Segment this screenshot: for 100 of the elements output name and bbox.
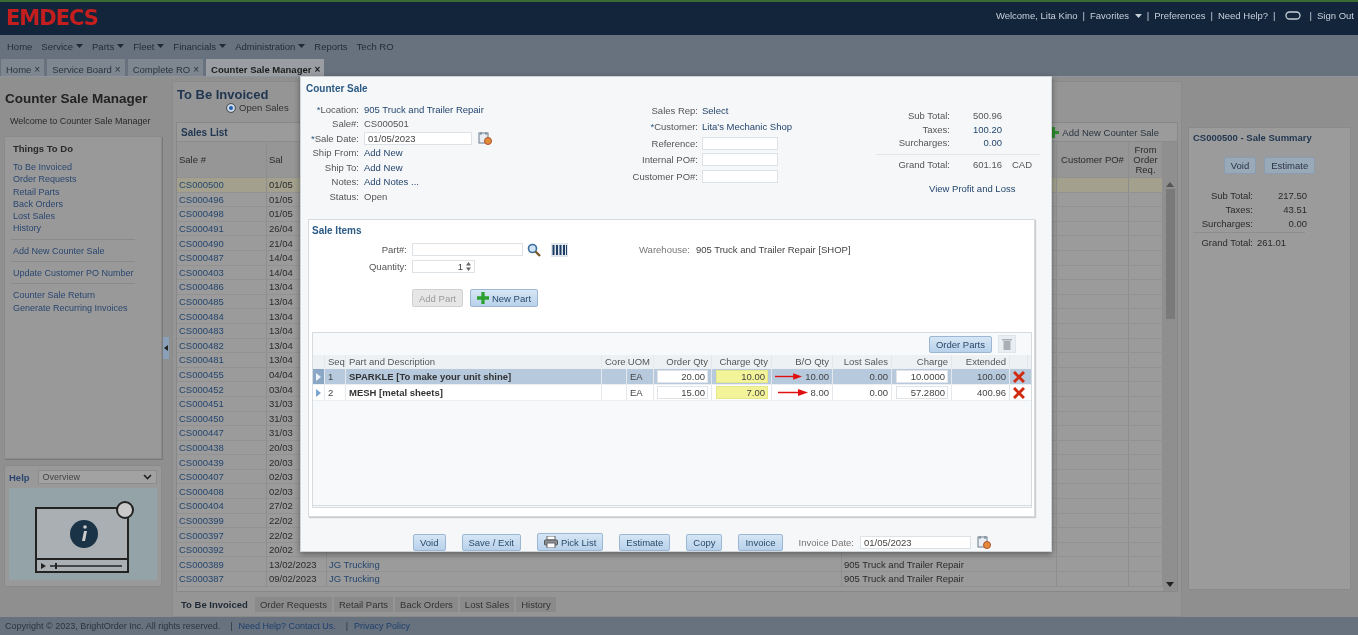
field-label: Reference:: [650, 137, 698, 149]
tab[interactable]: Retail Parts: [333, 597, 394, 612]
menu-item[interactable]: Tech RO: [356, 40, 394, 52]
favorites-menu[interactable]: Favorites: [1090, 10, 1142, 21]
calendar-icon[interactable]: [478, 131, 492, 146]
invoice-date-field[interactable]: 01/05/2023: [860, 535, 971, 549]
header-link[interactable]: Need Help?: [1217, 10, 1269, 21]
page-title: Counter Sale Manager: [5, 91, 149, 106]
menu-item[interactable]: Parts: [92, 40, 125, 52]
tab[interactable]: Home ×: [1, 59, 45, 76]
currency-text: CAD: [1012, 159, 1034, 170]
input-field[interactable]: [702, 153, 778, 167]
charge-field[interactable]: 57.2800: [896, 386, 948, 399]
calendar-icon[interactable]: [977, 535, 991, 549]
close-icon[interactable]: ×: [193, 65, 200, 75]
column-header: Seq: [325, 355, 346, 368]
menu-item[interactable]: Service: [41, 40, 84, 52]
table-row[interactable]: 2 MESH [metal sheets] EA 15.00 7.00 8.00 0.00 57.2800 400.96: [313, 385, 1031, 401]
tab[interactable]: Service Board ×: [47, 59, 125, 76]
plus-icon: [476, 292, 489, 304]
table-cell: 14/04: [269, 252, 293, 264]
table-cell: 31/03: [269, 412, 293, 424]
column-header: Lost Sales: [833, 355, 892, 368]
sidebar-link[interactable]: Order Requests: [13, 173, 133, 186]
tab[interactable]: History: [516, 597, 556, 612]
charge-field[interactable]: 10.0000: [896, 370, 948, 383]
quantity-spinner[interactable]: 1: [412, 260, 475, 273]
profit-loss-link[interactable]: View Profit and Loss: [929, 182, 1042, 194]
tab[interactable]: Order Requests: [254, 597, 332, 612]
collapse-handle[interactable]: [163, 337, 169, 359]
field-link[interactable]: Lita's Mechanic Shop: [702, 121, 792, 133]
menu-item[interactable]: Home: [7, 40, 33, 52]
date-field[interactable]: 01/05/2023: [364, 131, 472, 145]
field-link[interactable]: Select: [702, 104, 729, 116]
table-cell: CS000481: [179, 354, 224, 366]
table-row[interactable]: CS000389 13/02/2023 JG Trucking 905 Truck and Trailer Repair: [177, 557, 1163, 573]
charge-qty-field[interactable]: 7.00: [716, 386, 768, 399]
close-icon[interactable]: ×: [34, 65, 41, 75]
part-number-field[interactable]: [412, 243, 523, 256]
pick-list-button[interactable]: Pick List: [536, 533, 604, 551]
tab[interactable]: Lost Sales: [459, 597, 515, 612]
sidebar-link[interactable]: Back Orders: [13, 197, 133, 211]
header-link[interactable]: Sign Out: [1317, 10, 1354, 21]
scroll-up-icon[interactable]: [1166, 182, 1174, 187]
menu-item[interactable]: Fleet: [133, 40, 165, 52]
new-part-button[interactable]: New Part: [469, 289, 539, 307]
input-field[interactable]: [702, 136, 778, 150]
sidebar-link[interactable]: Retail Parts: [13, 185, 133, 198]
sidebar-link[interactable]: Generate Recurring Invoices: [13, 301, 133, 314]
tab[interactable]: To Be Invoiced: [176, 597, 253, 612]
field-link[interactable]: 905 Truck and Trailer Repair: [364, 103, 484, 115]
tab[interactable]: Back Orders: [395, 597, 458, 612]
field-link[interactable]: Add New: [364, 161, 403, 173]
sidebar-link[interactable]: To Be Invoiced: [13, 161, 133, 174]
close-icon[interactable]: ×: [314, 65, 321, 75]
sidebar-link[interactable]: History: [13, 222, 133, 235]
search-icon[interactable]: [527, 242, 541, 257]
open-sales-radio[interactable]: Open Sales: [226, 102, 289, 113]
action-button[interactable]: Copy: [686, 533, 723, 551]
order-qty-field[interactable]: 15.00: [657, 386, 708, 399]
scroll-down-icon[interactable]: [1166, 582, 1174, 587]
table-row[interactable]: CS000387 09/02/2023 JG Trucking 905 Truck and Trailer Repair: [177, 572, 1163, 587]
column-header: Part and Description: [346, 355, 602, 368]
table-cell: CS000485: [179, 296, 224, 308]
menu-item[interactable]: Reports: [314, 40, 348, 52]
tab[interactable]: Complete RO ×: [127, 59, 204, 76]
help-topic-dropdown[interactable]: Overview: [37, 470, 157, 484]
summary-button[interactable]: Void: [1223, 157, 1257, 174]
table-cell: CS000397: [179, 529, 224, 541]
table-row[interactable]: 1 SPARKLE [To make your unit shine] EA 20.00 10.00 10.00 0.00 10.0000 100.00: [313, 369, 1031, 385]
order-parts-button[interactable]: Order Parts: [928, 335, 992, 353]
action-button[interactable]: Estimate: [619, 533, 671, 551]
action-button[interactable]: Invoice: [738, 533, 783, 551]
field-link[interactable]: Add Notes ...: [364, 176, 419, 188]
total-link[interactable]: 100.20: [960, 123, 1002, 135]
charge-qty-field[interactable]: 10.00: [716, 370, 768, 383]
sidebar-link[interactable]: Counter Sale Return: [13, 289, 133, 302]
chat-icon[interactable]: [1284, 11, 1301, 20]
delete-icon[interactable]: [1013, 370, 1025, 383]
sidebar-link[interactable]: Update Customer PO Number: [13, 267, 133, 280]
menu-item[interactable]: Administration: [235, 40, 306, 52]
barcode-icon[interactable]: [551, 242, 568, 257]
sidebar-link[interactable]: Lost Sales: [13, 210, 133, 223]
header-link[interactable]: Preferences: [1154, 10, 1206, 21]
sidebar-link[interactable]: Add New Counter Sale: [13, 244, 133, 258]
summary-button[interactable]: Estimate: [1264, 157, 1316, 174]
table-cell: 31/03: [269, 427, 293, 439]
input-field[interactable]: [702, 169, 778, 183]
delete-icon[interactable]: [1013, 386, 1025, 399]
table-cell: 27/02: [269, 500, 293, 512]
action-button[interactable]: Void: [413, 533, 446, 551]
close-icon[interactable]: ×: [114, 65, 121, 75]
field-link[interactable]: Add New: [364, 147, 403, 159]
tab[interactable]: Counter Sale Manager ×: [206, 59, 325, 76]
menu-item[interactable]: Financials: [173, 40, 227, 52]
action-button[interactable]: Save / Exit: [461, 533, 521, 551]
order-qty-field[interactable]: 20.00: [657, 370, 708, 383]
total-link[interactable]: 0.00: [960, 137, 1002, 149]
scrollbar[interactable]: [1163, 142, 1177, 591]
field-label: Status:: [328, 190, 359, 202]
